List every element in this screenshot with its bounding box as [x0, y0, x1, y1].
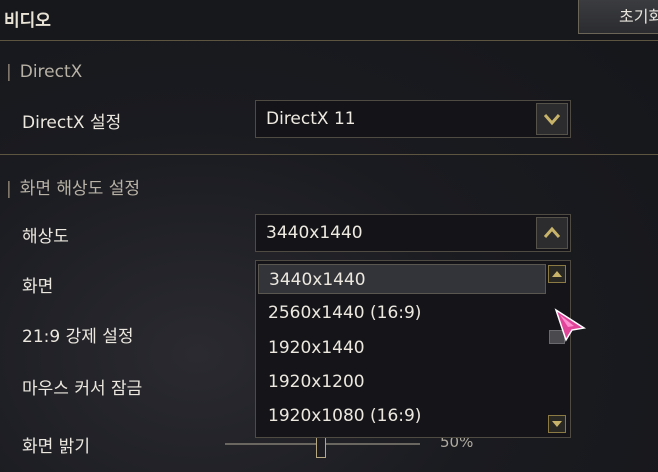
- page-title: 비디오: [4, 11, 51, 31]
- scroll-up-icon[interactable]: [548, 265, 566, 283]
- resolution-label: 해상도: [22, 227, 69, 247]
- section-resolution-label: 화면 해상도 설정: [19, 179, 141, 199]
- scroll-down-icon[interactable]: [548, 415, 566, 433]
- divider: [0, 40, 658, 41]
- divider: [0, 154, 658, 155]
- resolution-select[interactable]: 3440x1440: [255, 214, 571, 252]
- mouse-lock-label: 마우스 커서 잠금: [22, 379, 143, 399]
- directx-setting-label: DirectX 설정: [22, 113, 122, 133]
- directx-select[interactable]: DirectX 11: [255, 100, 571, 138]
- force-219-label: 21:9 강제 설정: [22, 327, 134, 347]
- chevron-down-icon[interactable]: [536, 103, 568, 135]
- dropdown-scrollbar[interactable]: [548, 265, 566, 433]
- top-bar: 비디오 초기화: [0, 0, 658, 40]
- resolution-option[interactable]: 3440x1440: [258, 264, 546, 294]
- section-resolution: | 화면 해상도 설정: [6, 179, 141, 199]
- brightness-slider-handle[interactable]: [316, 436, 326, 458]
- resolution-dropdown-list: 3440x1440 2560x1440 (16:9) 1920x1440 192…: [255, 260, 571, 438]
- mouse-cursor-icon: [554, 308, 587, 342]
- resolution-option[interactable]: 2560x1440 (16:9): [258, 298, 546, 328]
- chevron-up-icon[interactable]: [536, 217, 568, 249]
- directx-select-value: DirectX 11: [266, 109, 356, 129]
- resolution-select-value: 3440x1440: [266, 223, 363, 243]
- resolution-option[interactable]: 1920x1080 (16:9): [258, 401, 546, 431]
- brightness-label: 화면 밝기: [22, 437, 90, 457]
- screen-mode-label: 화면: [22, 277, 54, 297]
- resolution-option[interactable]: 1920x1440: [258, 333, 546, 363]
- section-directx-label: DirectX: [19, 62, 83, 82]
- section-directx: | DirectX: [6, 62, 83, 82]
- resolution-option[interactable]: 1920x1200: [258, 367, 546, 397]
- reset-button[interactable]: 초기화: [578, 0, 658, 34]
